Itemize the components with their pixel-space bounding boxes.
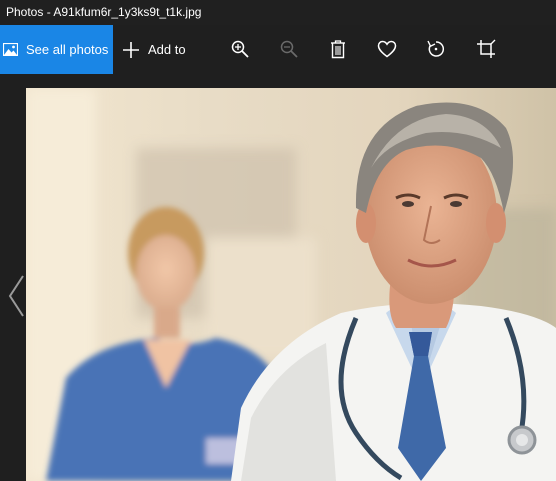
photo-image [26, 88, 556, 481]
zoom-in-button[interactable] [228, 37, 252, 61]
add-to-button[interactable]: Add to [122, 25, 186, 74]
rotate-icon [427, 40, 445, 57]
photo-viewer [0, 74, 556, 481]
rotate-button[interactable] [424, 37, 448, 61]
crop-button[interactable] [474, 37, 498, 61]
see-all-photos-button[interactable]: See all photos [0, 25, 113, 74]
zoom-in-icon [231, 40, 249, 58]
add-to-label: Add to [148, 42, 186, 57]
zoom-out-button[interactable] [277, 37, 301, 61]
plus-icon [123, 41, 139, 58]
delete-button[interactable] [326, 37, 350, 61]
see-all-photos-label: See all photos [26, 42, 109, 57]
toolbar: See all photos Add to [0, 25, 556, 74]
delete-icon [331, 40, 345, 59]
crop-icon [477, 39, 496, 58]
favorite-icon [377, 40, 397, 58]
photos-icon [3, 43, 18, 56]
chevron-left-icon [8, 275, 24, 317]
window-title: Photos - A91kfum6r_1y3ks9t_t1k.jpg [0, 0, 556, 25]
favorite-button[interactable] [375, 37, 399, 61]
zoom-out-icon [280, 40, 298, 58]
previous-photo-button[interactable] [6, 274, 26, 318]
